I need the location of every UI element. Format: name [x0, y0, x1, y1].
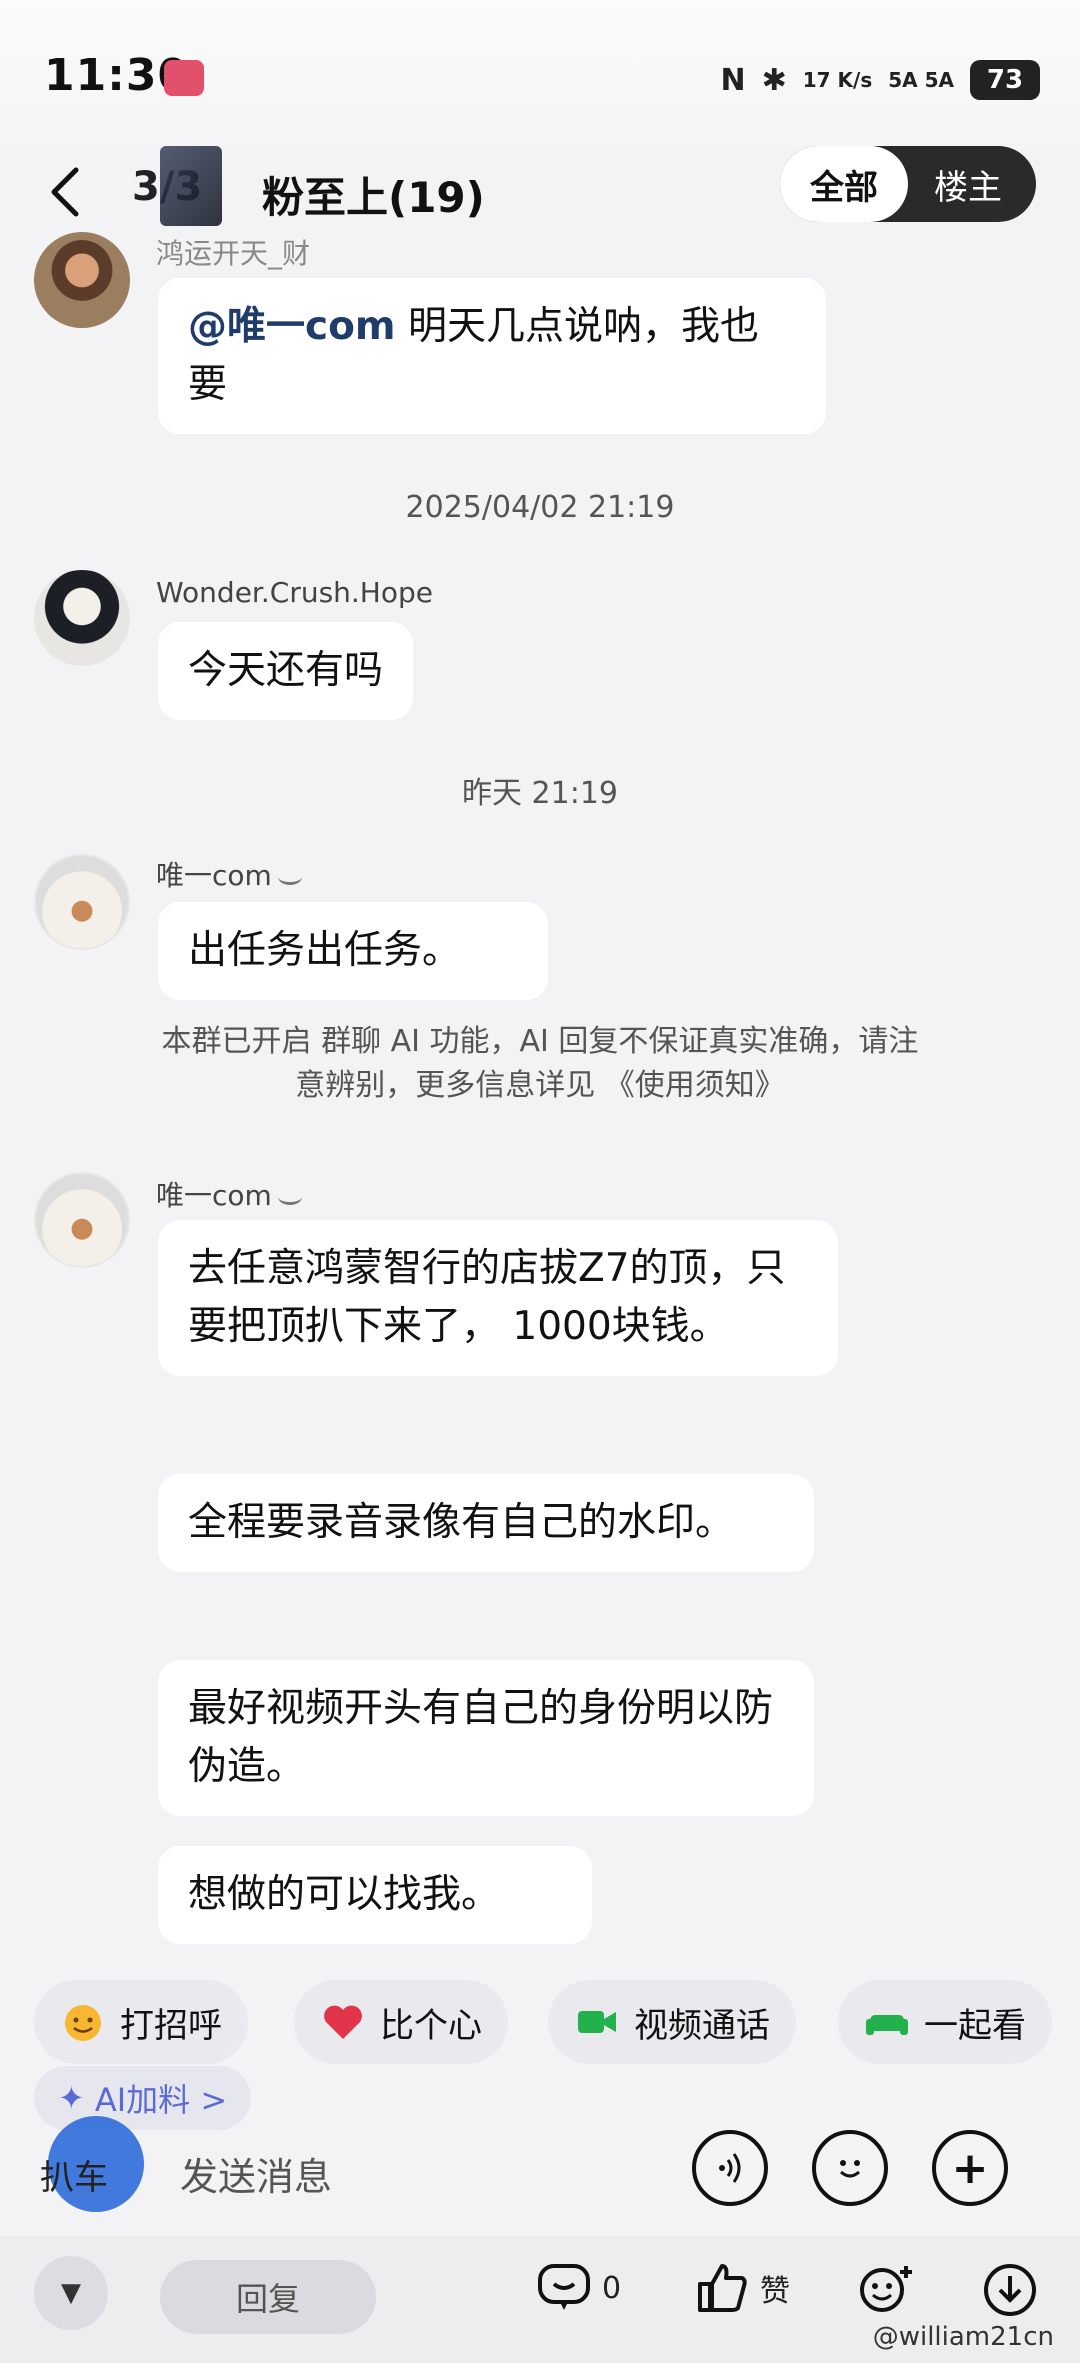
message-bubble[interactable]: 出任务出任务。	[158, 902, 548, 1000]
message-bubble[interactable]: @唯一com 明天几点说呐，我也要	[158, 278, 826, 434]
smiley-icon	[840, 2160, 860, 2178]
battery-icon: 73	[970, 60, 1040, 100]
reply-button[interactable]: 回复	[160, 2260, 376, 2334]
message-bubble[interactable]: 今天还有吗	[158, 622, 414, 720]
video-call-label: 视频通话	[634, 2005, 770, 2046]
group-title: 粉至上(19)	[262, 173, 485, 222]
status-icons: N ✱ 17 K/s 5A 5A 73	[720, 60, 1040, 100]
tab-all-label: 全部	[810, 167, 878, 208]
tab-all[interactable]: 全部	[780, 146, 908, 222]
timestamp: 昨天 21:19	[462, 776, 618, 811]
nickname: 唯一com	[156, 859, 272, 892]
bluetooth-icon: ✱	[761, 62, 787, 98]
voice-label: 扒车	[40, 2158, 108, 2198]
avatar[interactable]	[34, 1172, 130, 1268]
download-icon	[984, 2264, 1036, 2316]
emoji-button[interactable]	[812, 2130, 888, 2206]
greet-chip[interactable]: 打招呼	[34, 1980, 248, 2064]
huawei-badge-icon	[277, 869, 302, 885]
message-text: 全程要录音录像有自己的水印。	[188, 1500, 735, 1545]
app-notification-icon	[164, 60, 204, 96]
bottom-bar: ▼ 回复 0 赞 @william21cn	[0, 2236, 1080, 2363]
timestamp: 2025/04/02 21:19	[405, 490, 675, 525]
avatar[interactable]	[34, 570, 130, 666]
nickname: 唯一com	[156, 1179, 272, 1212]
like-label: 赞	[760, 2274, 790, 2309]
add-button[interactable]: +	[932, 2130, 1008, 2206]
ai-boost-label: AI加料 >	[94, 2081, 228, 2119]
greet-label: 打招呼	[120, 2005, 222, 2046]
message-text: 今天还有吗	[188, 648, 384, 693]
avatar[interactable]	[34, 232, 130, 328]
avatar[interactable]	[34, 854, 130, 950]
nickname: Wonder.Crush.Hope	[156, 576, 433, 609]
add-emoji-button[interactable]	[856, 2262, 916, 2316]
nfc-icon: N	[720, 62, 746, 98]
ai-boost-chip[interactable]: ✦ AI加料 >	[34, 2066, 252, 2130]
tab-owner-label: 楼主	[934, 167, 1002, 208]
tab-owner[interactable]: 楼主	[900, 146, 1036, 222]
comment-button[interactable]: 0	[536, 2262, 621, 2314]
signal-icon: 5A 5A	[888, 68, 954, 92]
message-text: 出任务出任务。	[188, 928, 462, 973]
watch-together-chip[interactable]: 一起看	[838, 1980, 1052, 2064]
huawei-badge-icon	[277, 1189, 302, 1205]
net-speed: 17 K/s	[802, 68, 873, 92]
message-input[interactable]: 发送消息	[180, 2146, 332, 2201]
message-text: 去任意鸿蒙智行的店拔Z7的顶，只要把顶扒下来了， 1000块钱。	[188, 1246, 786, 1349]
plus-icon: +	[951, 2142, 989, 2194]
back-arrow-icon[interactable]	[40, 162, 96, 222]
comment-count: 0	[602, 2270, 622, 2306]
collapse-button[interactable]: ▼	[34, 2256, 108, 2330]
voice-wave-button[interactable]	[692, 2130, 768, 2206]
sparkle-icon: ✦	[58, 2079, 85, 2117]
reply-label: 回复	[235, 2280, 300, 2318]
heart-chip[interactable]: 比个心	[294, 1980, 508, 2064]
group-avatar[interactable]	[160, 146, 222, 226]
nickname-row: 唯一com	[156, 1174, 302, 1214]
like-button[interactable]: 赞	[696, 2262, 790, 2314]
emoji-plus-icon	[860, 2266, 912, 2312]
message-bubble[interactable]: 去任意鸿蒙智行的店拔Z7的顶，只要把顶扒下来了， 1000块钱。	[158, 1220, 838, 1376]
chevron-down-icon: ▼	[61, 2278, 81, 2308]
message-text: 最好视频开头有自己的身份明以防伪造。	[188, 1686, 774, 1789]
comment-icon	[538, 2264, 590, 2310]
message-bubble[interactable]: 全程要录音录像有自己的水印。	[158, 1474, 814, 1572]
nickname-row: 唯一com	[156, 854, 302, 894]
message-bubble[interactable]: 最好视频开头有自己的身份明以防伪造。	[158, 1660, 814, 1816]
download-button[interactable]	[982, 2262, 1038, 2318]
video-camera-icon	[578, 2011, 616, 2033]
status-bar: 11:30 N ✱ 17 K/s 5A 5A 73	[0, 0, 1080, 150]
message-text: 想做的可以找我。	[188, 1872, 501, 1917]
heart-label: 比个心	[380, 2005, 482, 2046]
voice-wave-icon	[719, 2153, 741, 2183]
heart-icon	[324, 2005, 362, 2039]
watermark: @william21cn	[872, 2322, 1054, 2352]
wave-emoji-icon	[65, 2005, 101, 2041]
video-call-chip[interactable]: 视频通话	[548, 1980, 796, 2064]
nickname: 鸿运开天_财	[156, 237, 311, 270]
system-notice: 本群已开启 群聊 AI 功能，AI 回复不保证真实准确，请注意辨别，更多信息详见…	[161, 1024, 919, 1103]
mention-link[interactable]: @唯一com	[188, 304, 396, 349]
watch-together-label: 一起看	[924, 2005, 1026, 2046]
thumbs-up-icon	[698, 2264, 747, 2312]
sofa-icon	[866, 2015, 908, 2035]
message-bubble[interactable]: 想做的可以找我。	[158, 1846, 592, 1944]
